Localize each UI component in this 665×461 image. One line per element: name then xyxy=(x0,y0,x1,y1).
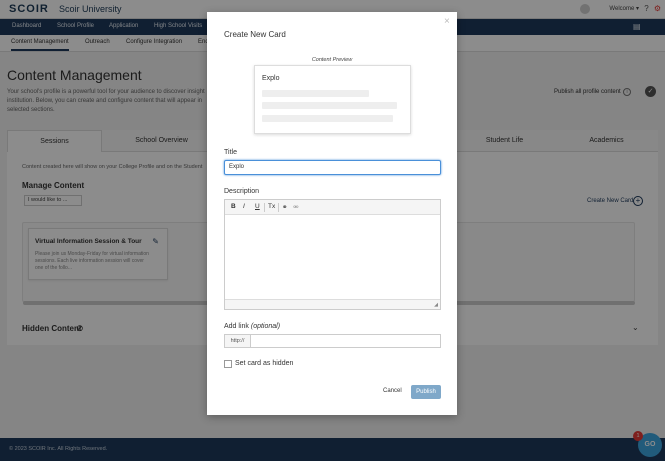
editor-toolbar: B I U Tx ⚭ ⚮ xyxy=(225,200,440,215)
create-card-modal: Create New Card × Content Preview Explo … xyxy=(207,12,457,415)
description-editor[interactable]: B I U Tx ⚭ ⚮ ◢ xyxy=(224,199,441,310)
add-link-text: Add link xyxy=(224,323,249,330)
description-label: Description xyxy=(224,188,260,195)
bold-button[interactable]: B xyxy=(231,203,236,210)
link-prefix: http:// xyxy=(224,334,251,348)
hidden-checkbox[interactable] xyxy=(224,360,232,368)
publish-button[interactable]: Publish xyxy=(411,385,441,399)
modal-title: Create New Card xyxy=(224,30,286,39)
cancel-button[interactable]: Cancel xyxy=(383,388,402,394)
link-icon[interactable]: ⚭ xyxy=(282,203,287,211)
clear-format-button[interactable]: Tx xyxy=(268,203,275,210)
toolbar-divider xyxy=(278,203,279,212)
title-input[interactable]: Explo xyxy=(224,160,441,175)
optional-text: (optional) xyxy=(250,323,281,330)
editor-status-bar: ◢ xyxy=(225,299,440,309)
link-input[interactable] xyxy=(250,334,441,348)
title-label: Title xyxy=(224,149,237,156)
preview-skeleton-line xyxy=(262,115,393,122)
toolbar-divider xyxy=(264,203,265,212)
italic-button[interactable]: I xyxy=(243,203,245,210)
hidden-checkbox-label[interactable]: Set card as hidden xyxy=(235,360,293,367)
content-preview-label: Content Preview xyxy=(311,57,353,63)
content-preview-card: Explo xyxy=(254,65,411,134)
preview-skeleton-line xyxy=(262,90,369,97)
preview-card-title: Explo xyxy=(262,75,280,82)
underline-button[interactable]: U xyxy=(255,203,260,210)
preview-skeleton-line xyxy=(262,102,397,109)
add-link-label: Add link (optional) xyxy=(224,323,280,330)
close-icon[interactable]: × xyxy=(444,16,450,27)
unlink-icon[interactable]: ⚮ xyxy=(293,203,298,211)
resize-handle-icon[interactable]: ◢ xyxy=(434,302,438,308)
